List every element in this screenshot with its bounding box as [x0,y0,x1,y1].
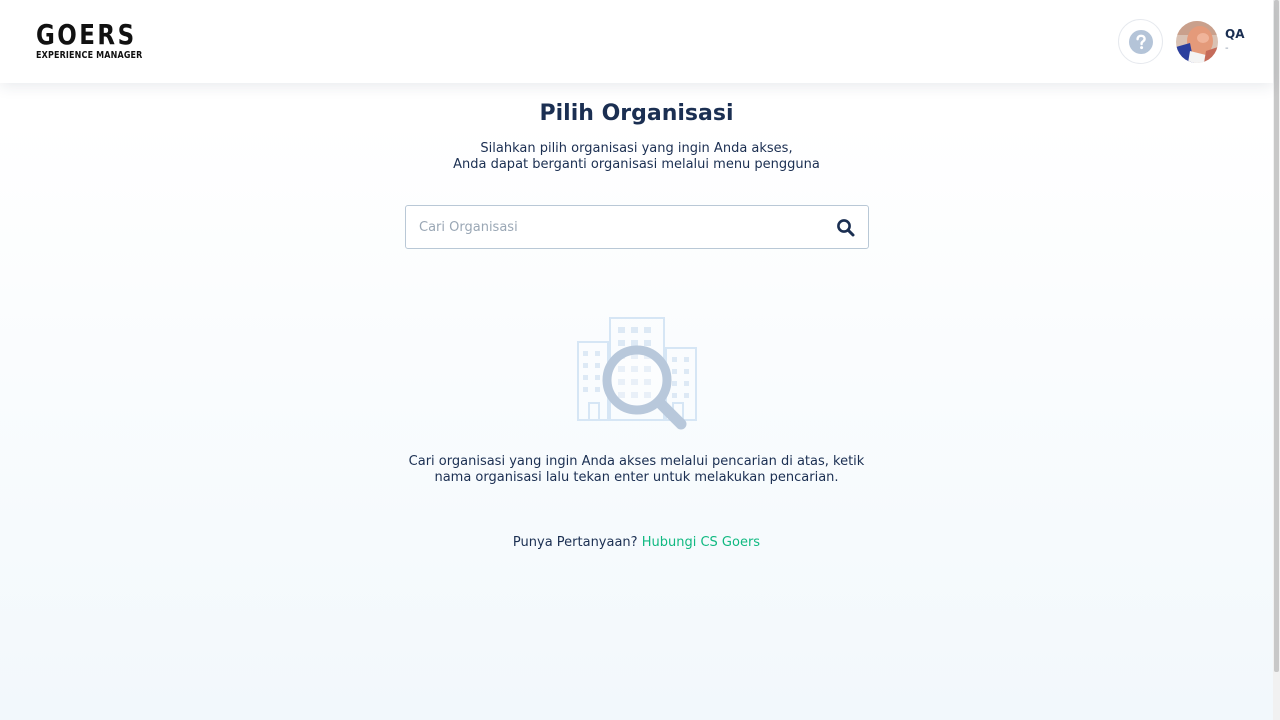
question-circle-icon [1128,29,1153,54]
user-subtitle: - [1225,43,1229,54]
page-title: Pilih Organisasi [539,101,734,126]
logo-sub-text: EXPERIENCE MANAGER [36,50,143,61]
organization-search [405,205,869,249]
scrollbar-thumb[interactable] [1274,0,1279,672]
empty-text-line-1: Cari organisasi yang ingin Anda akses me… [408,454,865,469]
user-avatar[interactable] [1176,21,1218,63]
search-icon [837,219,855,237]
search-button[interactable] [836,218,856,238]
empty-state-text: Cari organisasi yang ingin Anda akses me… [0,454,1273,486]
subtitle-line-2: Anda dapat berganti organisasi melalui m… [453,157,820,172]
top-header: GOERS EXPERIENCE MANAGER QA - [0,0,1273,83]
goers-logo[interactable]: GOERS EXPERIENCE MANAGER [36,18,143,62]
contact-question: Punya Pertanyaan? [512,535,638,550]
help-button[interactable] [1118,19,1163,64]
empty-state-illustration [575,315,700,433]
logo-main-text: GOERS [36,18,137,51]
building-search-icon [577,317,697,430]
subtitle-line-1: Silahkan pilih organisasi yang ingin And… [480,141,793,156]
page-subtitle: Silahkan pilih organisasi yang ingin And… [0,141,1273,173]
search-input[interactable] [407,207,817,247]
contact-cs-link[interactable]: Hubungi CS Goers [642,535,760,550]
page-scrollbar[interactable] [1273,0,1280,720]
avatar-photo [1176,21,1218,63]
empty-text-line-2: nama organisasi lalu tekan enter untuk m… [434,470,839,485]
contact-section: Punya Pertanyaan? Hubungi CS Goers [0,535,1273,550]
user-name: QA [1225,27,1245,41]
